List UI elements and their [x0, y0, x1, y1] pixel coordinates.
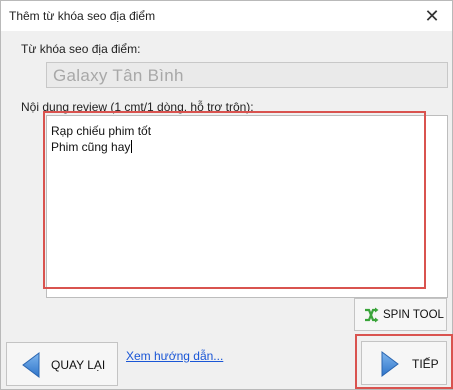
- spin-tool-label: SPIN TOOL: [383, 309, 444, 321]
- place-keyword-input[interactable]: Galaxy Tân Bình: [46, 62, 448, 88]
- window-title: Thêm từ khóa seo địa điểm: [9, 9, 156, 23]
- title-bar: Thêm từ khóa seo địa điểm ✕: [1, 1, 452, 31]
- arrow-left-icon: [22, 352, 40, 378]
- review-content[interactable]: Rạp chiếu phim tốt Phim cũng hay: [51, 123, 151, 155]
- arrow-right-icon: [381, 351, 399, 377]
- spin-tool-button[interactable]: SPIN TOOL: [354, 298, 447, 331]
- review-line: Rạp chiếu phim tốt: [51, 124, 152, 138]
- guide-link[interactable]: Xem hướng dẫn...: [126, 349, 223, 363]
- place-label: Từ khóa seo địa điểm:: [21, 42, 141, 56]
- back-button[interactable]: QUAY LẠI: [6, 342, 118, 386]
- text-caret: [131, 140, 133, 153]
- dialog-window: Thêm từ khóa seo địa điểm ✕ Từ khóa seo …: [0, 0, 453, 390]
- next-button[interactable]: TIẾP: [361, 341, 447, 385]
- next-label: TIẾP: [412, 357, 439, 371]
- shuffle-icon: [365, 307, 379, 323]
- review-label: Nội dung review (1 cmt/1 dòng, hỗ trợ tr…: [21, 100, 254, 114]
- close-icon[interactable]: ✕: [420, 4, 444, 28]
- back-label: QUAY LẠI: [51, 358, 106, 372]
- review-line: Phim cũng hay: [51, 140, 133, 154]
